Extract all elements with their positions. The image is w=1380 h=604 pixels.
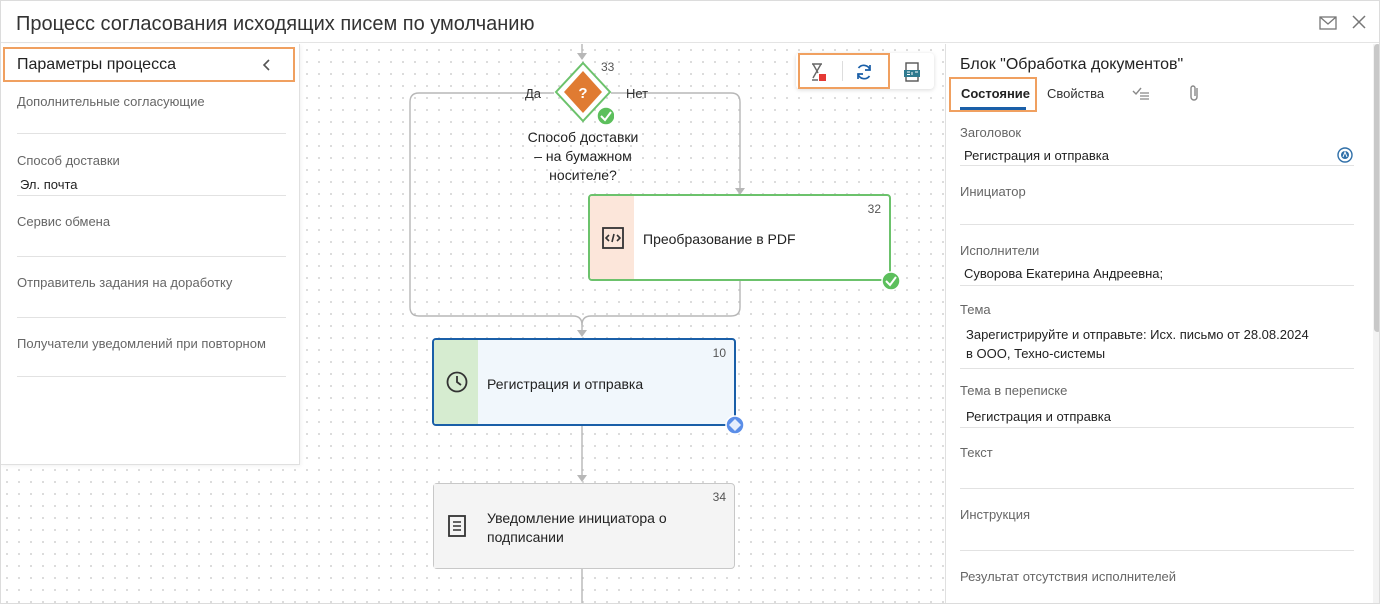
- process-window: Процесс согласования исходящих писем по …: [0, 0, 1380, 604]
- checklist-icon[interactable]: [1132, 84, 1150, 102]
- node-label: Уведомление инициатора о подписании: [487, 509, 667, 547]
- field-title-label: Заголовок: [960, 125, 1022, 140]
- code-icon: [602, 227, 624, 249]
- in-progress-icon: [725, 415, 745, 435]
- field-performers-label: Исполнители: [960, 243, 1040, 258]
- condition-label: Способ доставки – на бумажном носителе?: [521, 128, 645, 185]
- field-rework-sender-label: Отправитель задания на доработку: [17, 275, 233, 290]
- node-number: 10: [712, 346, 726, 360]
- field-title-value[interactable]: Регистрация и отправка: [964, 146, 1109, 165]
- field-instruction-label: Инструкция: [960, 507, 1030, 522]
- paperclip-icon[interactable]: [1186, 84, 1204, 102]
- reset-value-icon[interactable]: [1337, 147, 1353, 163]
- field-divider: [960, 285, 1354, 286]
- field-exchange-service-label: Сервис обмена: [17, 214, 111, 229]
- process-parameters-panel: Параметры процесса Дополнительные соглас…: [1, 44, 300, 465]
- block-title: Блок "Обработка документов": [960, 56, 1184, 73]
- field-divider: [17, 256, 286, 257]
- field-performers-value[interactable]: Суворова Екатерина Андреевна;: [964, 264, 1163, 283]
- node-pdf-conversion[interactable]: Преобразование в PDF 32: [588, 194, 891, 281]
- node-registration[interactable]: Регистрация и отправка 10: [432, 338, 736, 426]
- node-number: 34: [712, 490, 726, 504]
- condition-number: 33: [601, 60, 615, 74]
- branch-yes-label: Да: [525, 86, 542, 101]
- condition-label-line: – на бумажном: [534, 148, 632, 164]
- mail-icon[interactable]: [1319, 15, 1337, 31]
- field-divider: [17, 195, 286, 196]
- node-label: Преобразование в PDF: [643, 231, 796, 247]
- field-divider: [960, 488, 1354, 489]
- chevron-left-icon[interactable]: [261, 57, 273, 73]
- field-divider: [17, 133, 286, 134]
- clock-icon: [446, 371, 468, 393]
- node-notify-initiator[interactable]: Уведомление инициатора о подписании 34: [433, 483, 735, 569]
- node-label-line: подписании: [487, 529, 564, 545]
- field-no-performers-result-label: Результат отсутствия исполнителей: [960, 569, 1177, 584]
- node-label-line: Уведомление инициатора о: [487, 510, 667, 526]
- check-icon: [881, 271, 901, 291]
- pdf-export-icon[interactable]: [902, 62, 922, 82]
- field-text-label: Текст: [960, 445, 993, 460]
- tab-properties[interactable]: Свойства: [1047, 86, 1104, 101]
- field-correspondence-subject-value[interactable]: Регистрация и отправка: [966, 407, 1111, 426]
- field-divider: [960, 368, 1354, 369]
- panel-title: Параметры процесса: [17, 56, 176, 73]
- field-additional-approvers-label: Дополнительные согласующие: [17, 94, 205, 109]
- condition-label-line: носителе?: [549, 167, 617, 183]
- tab-highlight: [949, 77, 1037, 112]
- branch-no-label: Нет: [626, 86, 649, 101]
- document-icon: [448, 515, 466, 537]
- field-correspondence-subject-label: Тема в переписке: [960, 383, 1068, 398]
- field-divider: [17, 376, 286, 377]
- field-repeat-recipients-label: Получатели уведомлений при повторном: [17, 336, 266, 351]
- field-divider: [960, 224, 1354, 225]
- node-label: Регистрация и отправка: [487, 376, 644, 392]
- field-divider: [960, 550, 1354, 551]
- panel-header: Параметры процесса: [3, 47, 295, 82]
- field-subject-value[interactable]: Зарегистрируйте и отправьте: Исх. письмо…: [966, 325, 1309, 363]
- field-divider: [960, 165, 1354, 166]
- field-subject-label: Тема: [960, 302, 991, 317]
- field-subject-line: в ООО, Техно-системы: [966, 346, 1106, 361]
- close-icon[interactable]: [1350, 15, 1368, 31]
- field-subject-line: Зарегистрируйте и отправьте: Исх. письмо…: [966, 327, 1309, 342]
- field-delivery-method-label: Способ доставки: [17, 153, 120, 168]
- block-properties-panel: Блок "Обработка документов" Состояние Св…: [945, 44, 1379, 603]
- field-divider: [17, 317, 286, 318]
- field-initiator-label: Инициатор: [960, 184, 1026, 199]
- condition-label-line: Способ доставки: [527, 129, 639, 145]
- question-icon: ?: [578, 85, 587, 102]
- field-divider: [960, 427, 1354, 428]
- node-number: 32: [867, 202, 881, 216]
- toolbar-highlight: [798, 53, 890, 89]
- field-delivery-method-value[interactable]: Эл. почта: [20, 177, 78, 192]
- scrollbar[interactable]: [1373, 44, 1379, 603]
- scrollbar-thumb[interactable]: [1374, 44, 1379, 332]
